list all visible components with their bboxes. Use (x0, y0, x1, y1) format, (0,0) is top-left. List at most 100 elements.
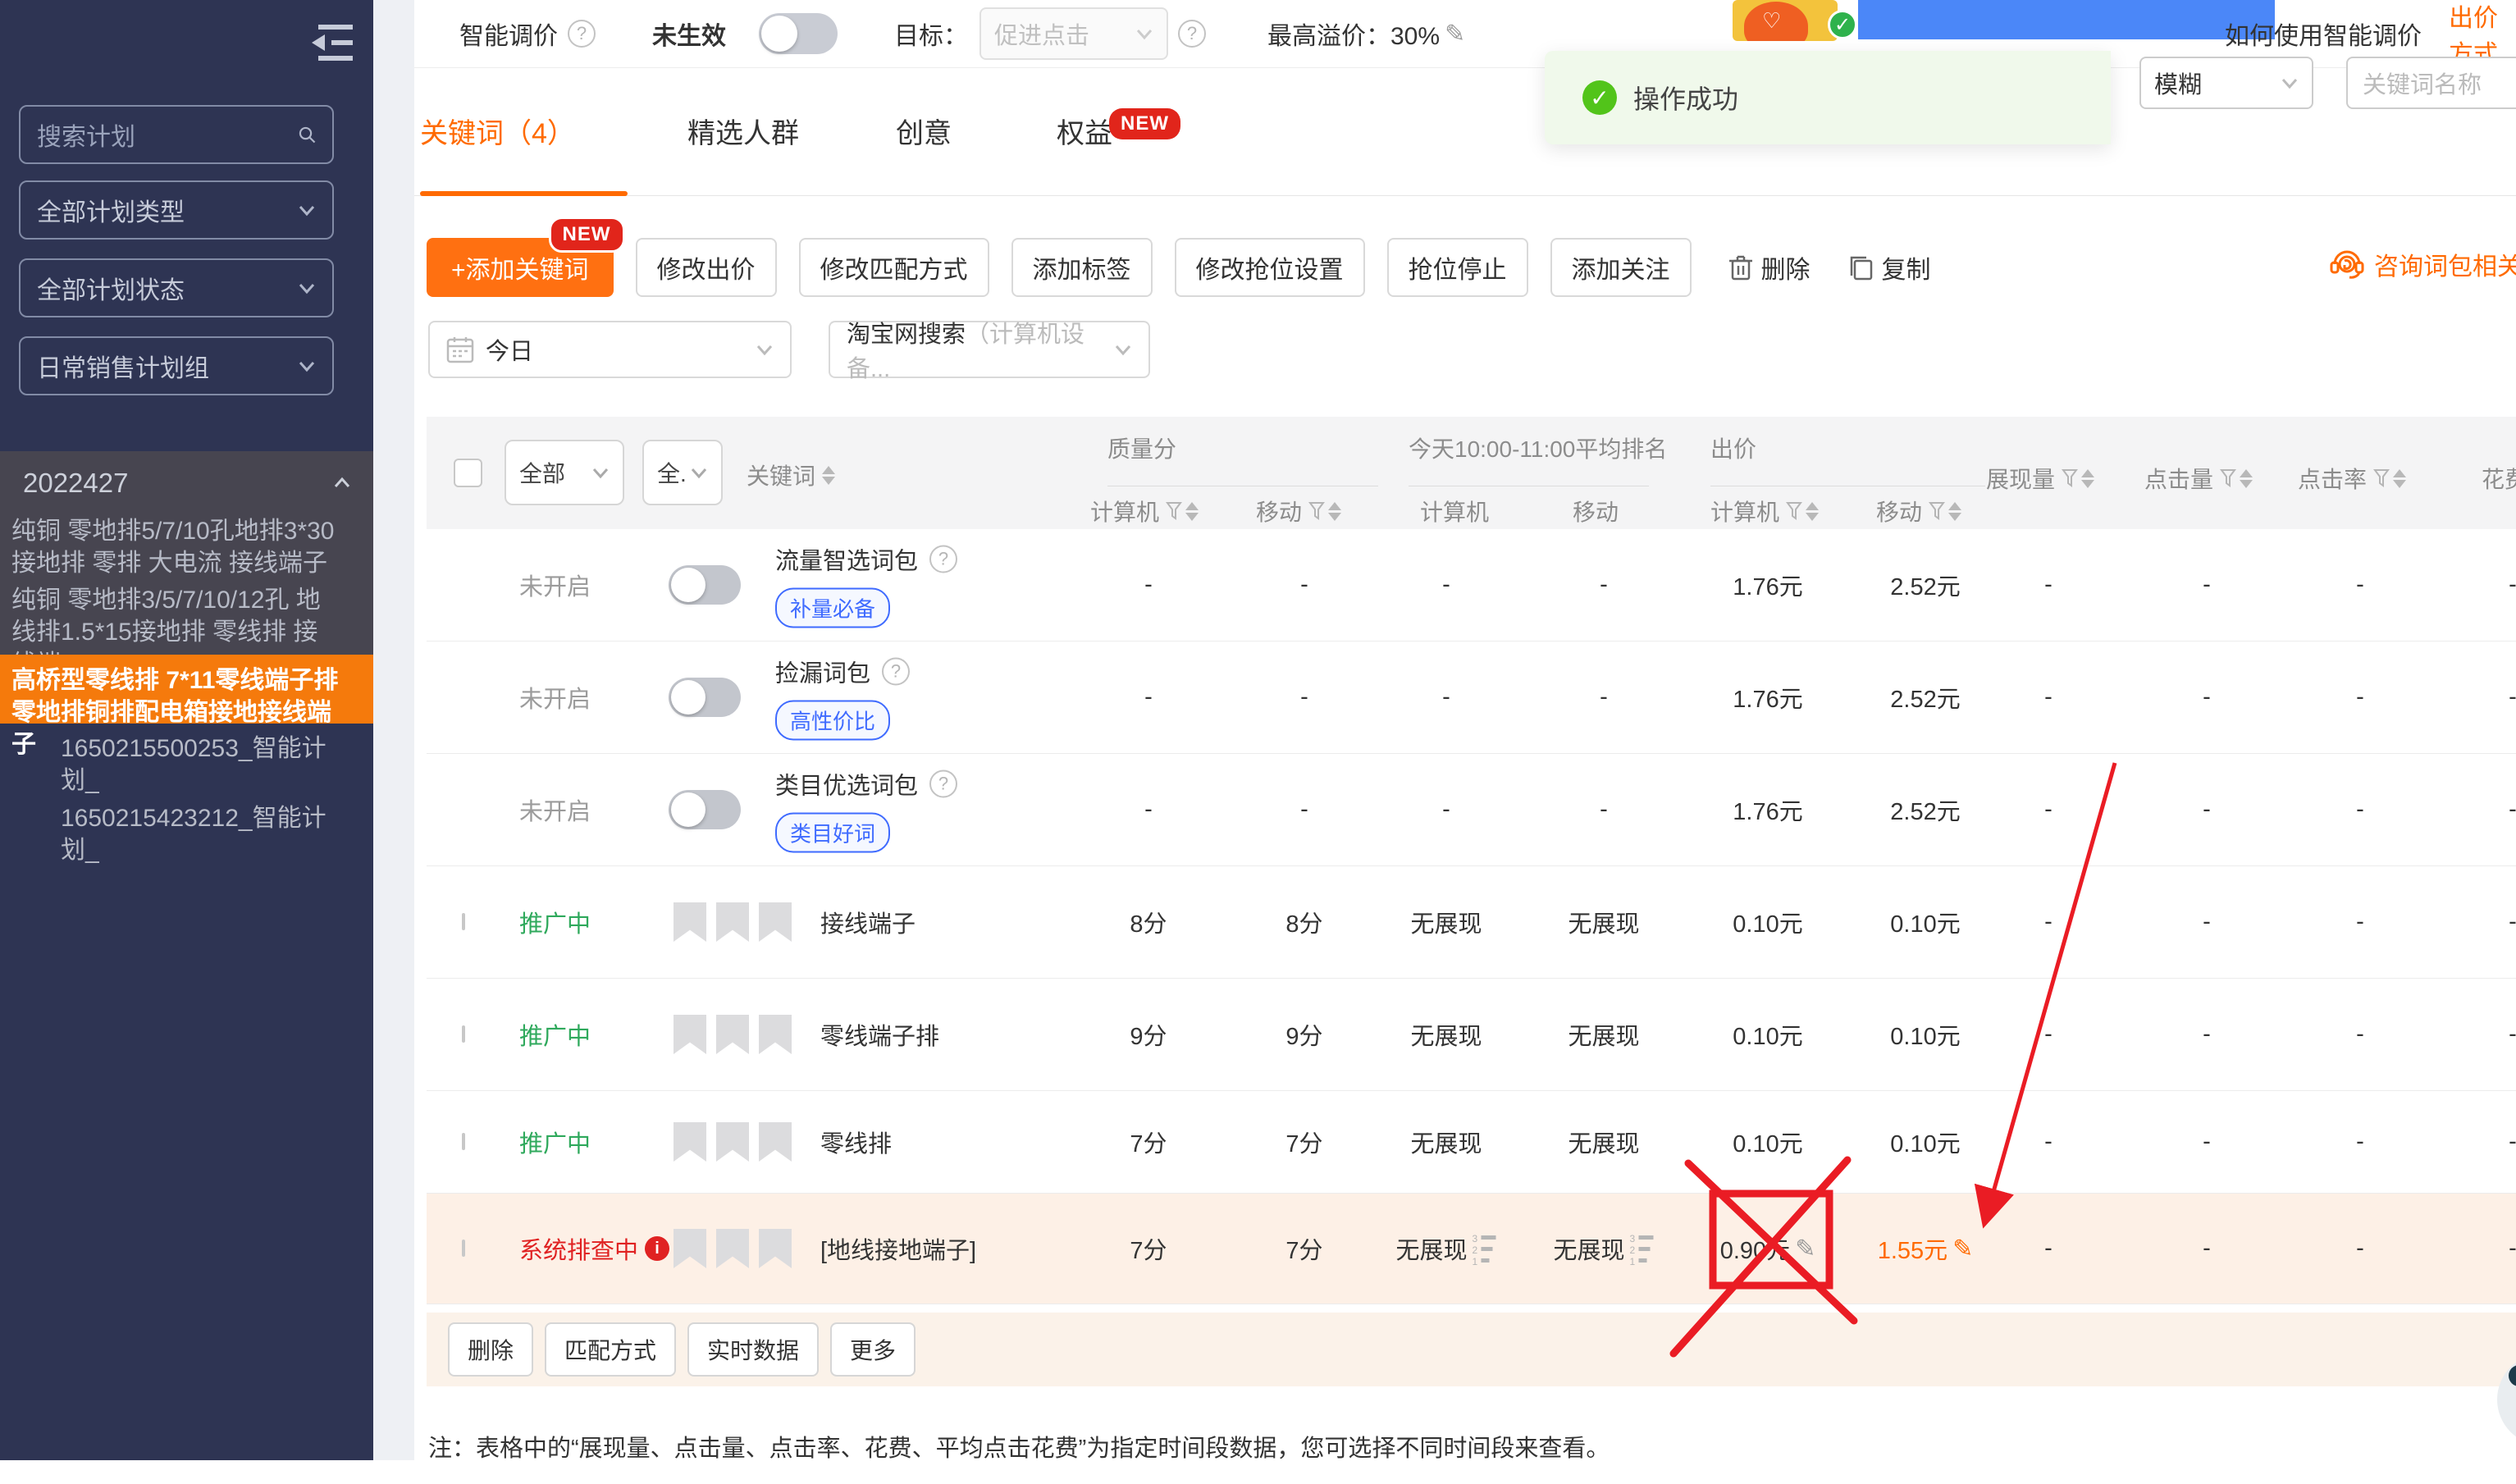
flag-icons[interactable] (674, 1229, 792, 1268)
info-icon[interactable]: i (645, 1236, 669, 1261)
keyword-name-input[interactable]: 关键词名称 (2346, 57, 2516, 109)
channel-select[interactable]: 淘宝网搜索（计算机设备... (829, 321, 1150, 378)
flag-icons[interactable] (674, 1015, 792, 1054)
toolbar-button[interactable]: 修改出价 (636, 238, 777, 297)
cell-value[interactable]: 1.55元✎ (1878, 1231, 1974, 1266)
row-action-button[interactable]: 匹配方式 (545, 1322, 676, 1377)
sort-icon[interactable] (2393, 469, 2406, 488)
col-ctr[interactable]: 点击率 (2298, 462, 2406, 495)
toolbar-button[interactable]: 抢位停止 (1387, 238, 1528, 297)
help-circle-icon[interactable]: ? (929, 770, 957, 798)
keyword-name[interactable]: 流量智选词包?补量必备 (775, 542, 957, 628)
keyword-name[interactable]: 零线端子排 (820, 1017, 939, 1052)
help-circle-icon[interactable]: ? (929, 546, 957, 573)
collapse-sidebar-icon[interactable] (310, 23, 353, 62)
bookmark-icon[interactable] (759, 902, 792, 942)
toolbar-button[interactable]: 添加关注 (1550, 238, 1692, 297)
plan-group-header[interactable]: 2022427 (23, 468, 351, 499)
bookmark-icon[interactable] (716, 1122, 749, 1162)
toolbar-button[interactable]: 修改匹配方式 (799, 238, 989, 297)
bookmark-icon[interactable] (674, 1015, 706, 1054)
row-action-button[interactable]: 实时数据 (687, 1322, 819, 1377)
row-toggle[interactable] (669, 678, 741, 717)
keyword-name[interactable]: 接线端子 (820, 905, 916, 939)
row-toggle[interactable] (669, 565, 741, 605)
help-circle-icon[interactable]: ? (568, 20, 596, 48)
bookmark-icon[interactable] (716, 1229, 749, 1268)
tab-rights[interactable]: 权益 (1057, 111, 1112, 151)
plan-type-select[interactable]: 全部计划类型 (19, 180, 334, 240)
row-checkbox[interactable] (462, 915, 465, 929)
sort-icon[interactable] (2240, 469, 2253, 488)
sort-icon[interactable] (1806, 502, 1819, 521)
cell-value[interactable]: 0.90元✎ (1720, 1231, 1816, 1266)
row-toggle[interactable] (669, 790, 741, 829)
bookmark-icon[interactable] (759, 1229, 792, 1268)
plan-item[interactable]: 纯铜 零地排5/7/10孔地排3*30接地排 零排 大电流 接线端子 (0, 515, 373, 584)
bookmark-icon[interactable] (674, 902, 706, 942)
col-bid-mobile[interactable]: 移动 (1876, 495, 1961, 527)
bookmark-icon[interactable] (674, 1229, 706, 1268)
sort-icon[interactable] (1948, 502, 1961, 521)
sort-icon[interactable] (1185, 502, 1199, 521)
plan-group-select[interactable]: 日常销售计划组 (19, 336, 334, 395)
col-keyword[interactable]: 关键词 (747, 459, 835, 491)
add-keyword-button[interactable]: +添加关键词 NEW (427, 238, 614, 297)
filter-funnel-icon[interactable] (1308, 501, 1325, 521)
col-quality-pc[interactable]: 计算机 (1090, 495, 1199, 527)
keyword-name[interactable]: 零线排 (820, 1125, 892, 1159)
delete-button[interactable]: 删除 (1728, 249, 1811, 285)
keyword-name[interactable]: 类目优选词包?类目好词 (775, 767, 957, 853)
bookmark-icon[interactable] (716, 902, 749, 942)
tab-audience[interactable]: 精选人群 (687, 111, 799, 151)
smart-bid-toggle[interactable] (759, 13, 838, 54)
toolbar-button[interactable]: 修改抢位设置 (1175, 238, 1365, 297)
col-cost[interactable]: 花费 (2482, 462, 2516, 495)
bookmark-icon[interactable] (674, 1122, 706, 1162)
keyword-name[interactable]: 捡漏词包?高性价比 (775, 655, 910, 741)
help-circle-icon[interactable]: ? (882, 658, 910, 686)
bookmark-icon[interactable] (759, 1122, 792, 1162)
row-action-button[interactable]: 更多 (830, 1322, 916, 1377)
match-mode-select[interactable]: 模糊 (2139, 57, 2313, 109)
col-quality-mobile[interactable]: 移动 (1256, 495, 1341, 527)
row-checkbox[interactable] (462, 1027, 465, 1042)
plan-item[interactable]: 1650215423212_智能计划_ (0, 802, 373, 866)
keyword-name[interactable]: [地线接地端子] (820, 1231, 976, 1266)
sort-icon[interactable] (2081, 469, 2094, 488)
col-clicks[interactable]: 点击量 (2144, 462, 2253, 495)
filter-all2-select[interactable]: 全. (642, 440, 723, 505)
date-range-select[interactable]: 今日 (428, 321, 792, 378)
rank-detail-icon[interactable]: 321 (1630, 1232, 1655, 1265)
target-select[interactable]: 促进点击 (979, 7, 1168, 60)
plan-item-selected[interactable]: 高桥型零线排 7*11零线端子排零地排铜排配电箱接地接线端子 (0, 655, 373, 724)
filter-funnel-icon[interactable] (1929, 501, 1945, 521)
filter-all-select[interactable]: 全部 (505, 440, 624, 505)
tab-keywords[interactable]: 关键词（4） (420, 111, 575, 151)
row-action-button[interactable]: 删除 (448, 1322, 533, 1377)
filter-funnel-icon[interactable] (1166, 501, 1182, 521)
select-all-checkbox[interactable] (454, 459, 482, 487)
rank-detail-icon[interactable]: 321 (1473, 1232, 1497, 1265)
bookmark-icon[interactable] (716, 1015, 749, 1054)
row-checkbox[interactable] (462, 1135, 465, 1149)
filter-funnel-icon[interactable] (2062, 468, 2078, 488)
sort-icon[interactable] (1328, 502, 1341, 521)
filter-funnel-icon[interactable] (2373, 468, 2390, 488)
filter-funnel-icon[interactable] (1786, 501, 1802, 521)
flag-icons[interactable] (674, 1122, 792, 1162)
bookmark-icon[interactable] (759, 1015, 792, 1054)
consult-wordpack-link[interactable]: 咨询词包相关问题 (2328, 246, 2516, 282)
plan-status-select[interactable]: 全部计划状态 (19, 258, 334, 317)
tab-creative[interactable]: 创意 (896, 111, 952, 151)
edit-pencil-icon[interactable]: ✎ (1795, 1235, 1815, 1263)
filter-funnel-icon[interactable] (2220, 468, 2236, 488)
plan-item[interactable]: 1650215500253_智能计划_ (0, 733, 373, 797)
edit-pencil-icon[interactable]: ✎ (1952, 1235, 1973, 1263)
col-impressions[interactable]: 展现量 (1986, 462, 2094, 495)
flag-icons[interactable] (674, 902, 792, 942)
row-checkbox[interactable] (462, 1241, 465, 1256)
edit-pencil-icon[interactable]: ✎ (1445, 20, 1465, 48)
toolbar-button[interactable]: 添加标签 (1011, 238, 1153, 297)
col-bid-pc[interactable]: 计算机 (1710, 495, 1819, 527)
